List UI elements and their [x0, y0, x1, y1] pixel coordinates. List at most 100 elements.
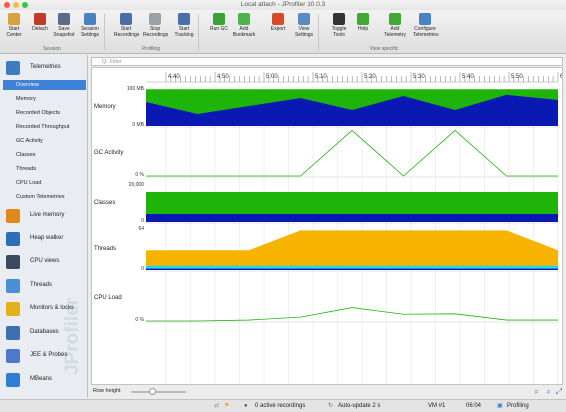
export-icon: [272, 13, 284, 25]
series-line-0: [146, 307, 558, 322]
start-tracking-icon: [178, 13, 190, 25]
sidebar-jee-probes[interactable]: JEE & Probes: [3, 345, 87, 367]
view-settings-button[interactable]: View Settings: [292, 13, 316, 38]
export-button[interactable]: Export: [266, 13, 290, 33]
toolbar-button-label-line2: Snapshot: [53, 31, 75, 38]
toolbar-button-label-line2: Center: [6, 31, 22, 38]
time-tick-label: 5:50: [511, 74, 523, 80]
run-gc-button[interactable]: Run GC: [207, 13, 231, 33]
toolbar-button-label-line2: Recordings: [143, 31, 169, 38]
view-settings-icon: [298, 13, 310, 25]
sidebar-mbeans[interactable]: MBeans: [3, 369, 87, 391]
chart-title: GC Activity: [94, 150, 123, 156]
sidebar-item-recorded-objects[interactable]: Recorded Objects: [16, 110, 60, 116]
zoom-out-icon[interactable]: ⌕: [547, 387, 551, 397]
chart-title: Memory: [94, 104, 116, 110]
sidebar-item-cpu-load[interactable]: CPU Load: [16, 180, 41, 186]
sidebar-section-label: CPU views: [30, 258, 60, 264]
sidebar-item-overview[interactable]: Overview: [16, 82, 39, 88]
telemetry-charts: 4:40 4:50 5:00 5:10 5:20 5:30 5:40 5:50 6:00 Memo…: [94, 72, 566, 384]
toolbar-button-label: Run GC: [209, 26, 229, 32]
close-window-button[interactable]: [4, 2, 10, 8]
y-axis-max-label: 64: [138, 226, 144, 232]
zoom-fit-icon[interactable]: ⤢: [556, 387, 562, 397]
start-tracking-button[interactable]: Start Tracking: [172, 13, 196, 38]
stop-recordings-icon: [149, 13, 161, 25]
toggle-tools-button[interactable]: Toggle Tools: [327, 13, 351, 38]
sidebar-item-gc-activity[interactable]: GC Activity: [16, 138, 43, 144]
start-center-button[interactable]: Start Center: [2, 13, 26, 38]
add-telemetry-icon: [389, 13, 401, 25]
threads-icon: [6, 279, 20, 293]
minimize-window-button[interactable]: [13, 2, 19, 8]
sidebar-item-threads[interactable]: Threads: [16, 166, 36, 172]
sidebar-monitors-locks[interactable]: Monitors & locks: [3, 298, 87, 320]
save-snapshot-button[interactable]: Save Snapshot: [52, 13, 76, 38]
add-telemetry-button[interactable]: Add Telemetry: [383, 13, 407, 38]
toolbar-button-label-line2: Recordings: [114, 31, 140, 38]
time-tick-label: 5:00: [266, 74, 278, 80]
detach-button[interactable]: Detach: [28, 13, 52, 33]
sidebar-item-memory[interactable]: Memory: [16, 96, 36, 102]
session-settings-button[interactable]: Session Settings: [78, 13, 102, 38]
time-tick-label: 5:20: [364, 74, 376, 80]
toolbar-group-label: View specific: [369, 46, 399, 52]
sidebar-heap-walker[interactable]: Heap walker: [3, 228, 87, 250]
row-height-slider[interactable]: [131, 388, 186, 395]
flag-icon[interactable]: ⚑: [224, 400, 229, 412]
add-bookmark-button[interactable]: Add Bookmark: [232, 13, 256, 38]
navigation-icon[interactable]: ⇄: [214, 400, 219, 412]
sidebar-section-label: Live memory: [30, 212, 65, 218]
help-button[interactable]: Help: [351, 13, 375, 33]
row-height-label: Row height: [93, 388, 121, 394]
time-tick-label: 5:30: [413, 74, 425, 80]
sidebar-cpu-views[interactable]: CPU views: [3, 251, 87, 273]
toolbar-button-label-line2: Settings: [294, 31, 314, 38]
filter-input[interactable]: Q- Filter: [91, 57, 563, 66]
auto-update-status[interactable]: Auto-update 2 s: [338, 400, 380, 412]
toolbar-button-label-line2: Telemetry: [384, 31, 406, 38]
filter-placeholder: Q- Filter: [102, 59, 122, 65]
stop-recordings-button[interactable]: Stop Recordings: [143, 13, 169, 38]
toolbar-separator: [104, 14, 105, 50]
start-recordings-icon: [120, 13, 132, 25]
lock-icon: [6, 302, 20, 316]
y-axis-min-label: 0: [141, 266, 144, 272]
live-memory-icon: [6, 209, 20, 223]
time-tick-label: 5:40: [462, 74, 474, 80]
profiling-mode-icon: ▣: [497, 403, 503, 409]
start-recordings-button[interactable]: Start Recordings: [114, 13, 140, 38]
active-recordings-status: 0 active recordings: [255, 403, 306, 409]
sidebar-live-memory[interactable]: Live memory: [3, 205, 87, 227]
sidebar-telemetries[interactable]: Telemetries: [3, 57, 87, 79]
toolbar-group-label: Session: [43, 46, 61, 52]
toolbar-button-label: Export: [270, 26, 286, 32]
sidebar-databases[interactable]: Databases: [3, 322, 87, 344]
toolbar-button-label-line2: Bookmark: [232, 31, 256, 38]
series-area-0: [146, 230, 558, 270]
sidebar-section-label: Monitors & locks: [30, 305, 75, 311]
elapsed-time: 06:04: [466, 403, 482, 409]
configure-telemetries-button[interactable]: Configure Telemetries: [413, 13, 439, 38]
auto-update-icon: ↻: [328, 403, 334, 409]
zoom-in-icon[interactable]: ⌕: [535, 387, 539, 397]
toolbar-button-label-line2: Telemetries: [413, 31, 439, 38]
sidebar-section-label: Heap walker: [30, 235, 64, 241]
toolbar-button-label-line2: Settings: [80, 31, 100, 38]
telemetry-overview: 4:40 4:50 5:00 5:10 5:20 5:30 5:40 5:50 6:00 Memo…: [91, 67, 566, 385]
sidebar-item-custom-telemetries[interactable]: Custom Telemetries: [16, 194, 65, 200]
time-tick-label: 4:50: [217, 74, 229, 80]
app-window: Local attach - JProfiler 10.0.3 Start Cen…: [0, 0, 566, 412]
maximize-window-button[interactable]: [22, 2, 28, 8]
window-title: Local attach - JProfiler 10.0.3: [240, 1, 326, 8]
chart-title: Classes: [94, 200, 115, 206]
main-toolbar: Start Center Detach Save Snapshot Session Sett…: [0, 10, 566, 54]
series-area-2: [146, 268, 558, 270]
y-axis-min-label: 0 MB: [132, 122, 144, 128]
sidebar-item-classes[interactable]: Classes: [16, 152, 36, 158]
sidebar-item-recorded-throughput[interactable]: Recorded Throughput: [16, 124, 69, 130]
add-bookmark-icon: [238, 13, 250, 25]
toolbar-button-label: Help: [357, 26, 369, 32]
sidebar-threads[interactable]: Threads: [3, 275, 87, 297]
row-height-slider-handle[interactable]: [149, 388, 156, 395]
